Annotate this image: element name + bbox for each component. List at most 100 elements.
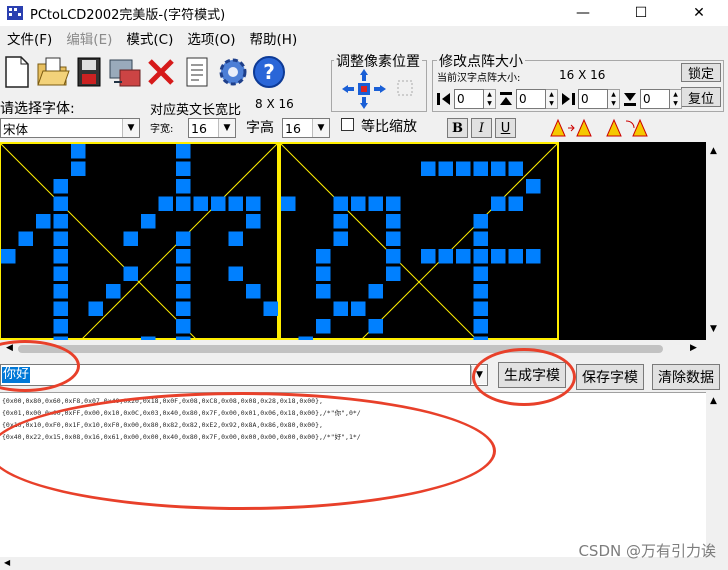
spin-down-icon[interactable]: ▼ bbox=[608, 99, 619, 108]
glyph-pixel[interactable] bbox=[193, 196, 209, 212]
char-height-select[interactable]: 16 ▼ bbox=[282, 118, 330, 138]
glyph-pixel[interactable] bbox=[421, 249, 436, 264]
char-width-select[interactable]: 16 ▼ bbox=[188, 118, 236, 138]
glyph-pixel[interactable] bbox=[491, 249, 506, 264]
scroll-up-icon[interactable]: ▲ bbox=[710, 396, 717, 406]
chevron-down-icon[interactable]: ▼ bbox=[218, 119, 235, 137]
scroll-down-icon[interactable]: ▼ bbox=[710, 324, 717, 334]
position-arrows-icon[interactable] bbox=[340, 67, 420, 111]
glyph-pixel[interactable] bbox=[508, 249, 524, 264]
glyph-pixel[interactable] bbox=[526, 179, 541, 194]
glyph-pixel[interactable] bbox=[53, 319, 69, 334]
spin-up-icon[interactable]: ▲ bbox=[608, 90, 619, 99]
glyph-pixel[interactable] bbox=[71, 161, 86, 177]
new-file-icon[interactable] bbox=[0, 54, 34, 90]
glyph-pixel[interactable] bbox=[18, 231, 34, 247]
glyph-pixel[interactable] bbox=[53, 196, 69, 212]
delete-icon[interactable] bbox=[144, 54, 178, 90]
glyph-pixel[interactable] bbox=[123, 266, 139, 282]
glyph-pixel[interactable] bbox=[176, 196, 191, 212]
bottom-edge-input[interactable]: 0 bbox=[640, 89, 670, 109]
open-folder-icon[interactable] bbox=[36, 54, 70, 90]
glyph-pixel[interactable] bbox=[176, 161, 191, 177]
glyph-pixel[interactable] bbox=[316, 266, 331, 282]
glyph-pixel[interactable] bbox=[473, 214, 489, 229]
glyph-pixel[interactable] bbox=[176, 301, 191, 317]
glyph-pixel[interactable] bbox=[316, 249, 331, 264]
glyph-pixel[interactable] bbox=[316, 284, 331, 299]
glyph-pixel[interactable] bbox=[246, 196, 261, 212]
left-edge-input[interactable]: 0 bbox=[454, 89, 484, 109]
glyph-pixel[interactable] bbox=[386, 196, 401, 212]
glyph-pixel[interactable] bbox=[158, 196, 174, 212]
bottom-edge-spinner[interactable]: 0 ▲ ▼ bbox=[620, 88, 682, 110]
menu-help[interactable]: 帮助(H) bbox=[243, 28, 305, 52]
left-edge-spinner[interactable]: 0 ▲ ▼ bbox=[434, 88, 496, 110]
glyph-pixel[interactable] bbox=[368, 319, 384, 334]
glyph-pixel[interactable] bbox=[386, 266, 401, 282]
glyph-pixel[interactable] bbox=[491, 196, 506, 212]
glyph-pixel[interactable] bbox=[228, 231, 244, 247]
flip-horizontal-icon[interactable] bbox=[548, 117, 594, 139]
minimize-button[interactable]: — bbox=[554, 0, 612, 26]
scroll-up-icon[interactable]: ▲ bbox=[710, 146, 717, 156]
glyph-pixel[interactable] bbox=[386, 231, 401, 247]
glyph-pixel[interactable] bbox=[53, 266, 69, 282]
glyph-pixel[interactable] bbox=[333, 196, 349, 212]
maximize-button[interactable]: ☐ bbox=[612, 0, 670, 26]
glyph-pixel[interactable] bbox=[123, 231, 139, 247]
glyph-pixel[interactable] bbox=[473, 231, 489, 247]
help-icon[interactable]: ? bbox=[252, 54, 286, 90]
glyph-preview[interactable] bbox=[0, 142, 706, 340]
chevron-down-icon[interactable]: ▼ bbox=[122, 119, 139, 137]
spin-up-icon[interactable]: ▲ bbox=[484, 90, 495, 99]
glyph-pixel[interactable] bbox=[351, 301, 366, 317]
reset-button[interactable]: 复位 bbox=[681, 87, 721, 107]
glyph-pixel[interactable] bbox=[176, 266, 191, 282]
glyph-pixel[interactable] bbox=[281, 196, 296, 212]
menu-edit[interactable]: 编辑(E) bbox=[59, 28, 119, 52]
glyph-pixel[interactable] bbox=[1, 249, 16, 264]
output-vertical-scrollbar[interactable]: ▲ bbox=[706, 392, 724, 557]
glyph-pixel[interactable] bbox=[473, 249, 489, 264]
glyph-pixel[interactable] bbox=[106, 284, 121, 299]
font-select[interactable]: 宋体 ▼ bbox=[0, 118, 140, 138]
notes-icon[interactable] bbox=[180, 54, 214, 90]
glyph-pixel[interactable] bbox=[141, 214, 156, 229]
glyph-pixel[interactable] bbox=[263, 301, 279, 317]
glyph-pixel[interactable] bbox=[53, 214, 69, 229]
canvas-vertical-scrollbar[interactable]: ▲ ▼ bbox=[706, 142, 724, 340]
clear-data-button[interactable]: 清除数据 bbox=[652, 364, 720, 390]
glyph-pixel[interactable] bbox=[176, 231, 191, 247]
bold-button[interactable]: B bbox=[447, 118, 468, 138]
glyph-pixel[interactable] bbox=[228, 266, 244, 282]
glyph-pixel[interactable] bbox=[36, 214, 51, 229]
spin-up-icon[interactable]: ▲ bbox=[546, 90, 557, 99]
glyph-pixel[interactable] bbox=[53, 179, 69, 194]
glyph-pixel[interactable] bbox=[333, 301, 349, 317]
glyph-pixel[interactable] bbox=[88, 301, 104, 317]
scroll-thumb[interactable] bbox=[18, 345, 663, 353]
menu-file[interactable]: 文件(F) bbox=[0, 28, 59, 52]
glyph-pixel[interactable] bbox=[333, 231, 349, 247]
glyph-pixel[interactable] bbox=[473, 301, 489, 317]
glyph-pixel[interactable] bbox=[53, 301, 69, 317]
rotate-icon[interactable] bbox=[604, 117, 650, 139]
glyph-pixel[interactable] bbox=[176, 179, 191, 194]
spin-down-icon[interactable]: ▼ bbox=[484, 99, 495, 108]
glyph-pixel[interactable] bbox=[246, 214, 261, 229]
glyph-pixel[interactable] bbox=[176, 249, 191, 264]
glyph-pixel[interactable] bbox=[473, 161, 489, 177]
glyph-pixel[interactable] bbox=[491, 161, 506, 177]
glyph-pixel[interactable] bbox=[368, 196, 384, 212]
glyph-pixel[interactable] bbox=[386, 214, 401, 229]
glyph-pixel[interactable] bbox=[53, 231, 69, 247]
glyph-pixel[interactable] bbox=[53, 249, 69, 264]
settings-gear-icon[interactable] bbox=[216, 54, 250, 90]
top-edge-spinner[interactable]: 0 ▲ ▼ bbox=[496, 88, 558, 110]
menu-options[interactable]: 选项(O) bbox=[180, 28, 242, 52]
glyph-pixel[interactable] bbox=[176, 144, 191, 159]
italic-button[interactable]: I bbox=[471, 118, 492, 138]
glyph-pixel[interactable] bbox=[176, 319, 191, 334]
menu-mode[interactable]: 模式(C) bbox=[119, 28, 180, 52]
